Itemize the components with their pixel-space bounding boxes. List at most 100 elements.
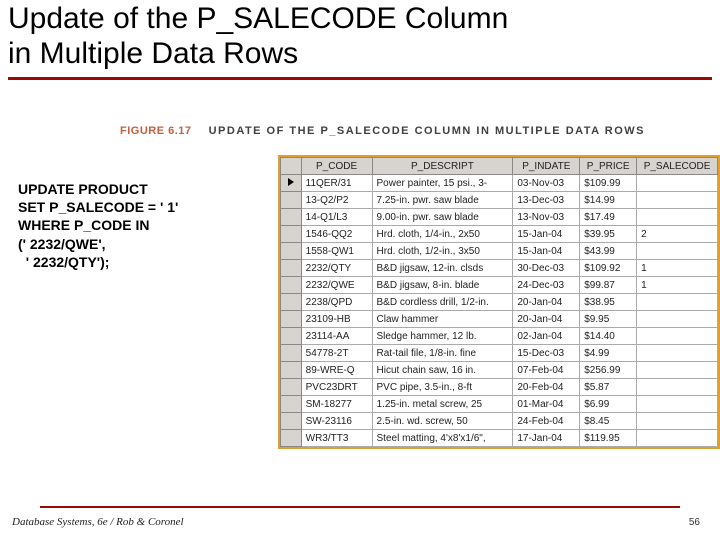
cell-price: $99.87 [580,277,637,294]
cell-price: $109.92 [580,260,637,277]
cell-desc: 7.25-in. pwr. saw blade [372,192,513,209]
cell-date: 20-Jan-04 [513,311,580,328]
table-row: 11QER/31Power painter, 15 psi., 3-03-Nov… [281,175,718,192]
row-selector [281,379,302,396]
cell-code: 2232/QWE [301,277,372,294]
cell-price: $14.40 [580,328,637,345]
cell-sale [637,294,718,311]
cell-code: SM-18277 [301,396,372,413]
cell-code: 13-Q2/P2 [301,192,372,209]
cell-sale [637,192,718,209]
data-table-wrapper: P_CODE P_DESCRIPT P_INDATE P_PRICE P_SAL… [278,155,720,449]
table-row: 1558-QW1Hrd. cloth, 1/2-in., 3x5015-Jan-… [281,243,718,260]
cell-sale [637,311,718,328]
cell-sale [637,175,718,192]
sql-code-block: UPDATE PRODUCT SET P_SALECODE = ' 1' WHE… [18,180,268,271]
row-selector [281,413,302,430]
row-selector [281,328,302,345]
figure-caption: FIGURE 6.17 UPDATE OF THE P_SALECODE COL… [120,125,645,137]
cell-desc: Steel matting, 4'x8'x1/6", [372,430,513,447]
cell-price: $39.95 [580,226,637,243]
cell-desc: 1.25-in. metal screw, 25 [372,396,513,413]
title-rule [8,77,712,80]
col-header-pcode: P_CODE [301,158,372,175]
cell-sale [637,413,718,430]
table-row: WR3/TT3Steel matting, 4'x8'x1/6",17-Jan-… [281,430,718,447]
cell-date: 13-Nov-03 [513,209,580,226]
figure-number: FIGURE 6.17 [120,125,192,137]
row-selector [281,311,302,328]
cell-price: $9.95 [580,311,637,328]
cell-date: 03-Nov-03 [513,175,580,192]
cell-date: 13-Dec-03 [513,192,580,209]
row-selector [281,226,302,243]
cell-date: 24-Dec-03 [513,277,580,294]
row-selector [281,345,302,362]
cell-date: 15-Jan-04 [513,243,580,260]
cell-desc: Rat-tail file, 1/8-in. fine [372,345,513,362]
cell-sale [637,345,718,362]
cell-price: $109.99 [580,175,637,192]
title-line-1: Update of the P_SALECODE Column [8,2,508,35]
row-selector [281,277,302,294]
cell-sale: 1 [637,277,718,294]
row-selector [281,430,302,447]
cell-date: 24-Feb-04 [513,413,580,430]
cell-desc: 2.5-in. wd. screw, 50 [372,413,513,430]
cell-code: WR3/TT3 [301,430,372,447]
cell-date: 30-Dec-03 [513,260,580,277]
row-selector [281,209,302,226]
cell-desc: PVC pipe, 3.5-in., 8-ft [372,379,513,396]
col-header-pdescript: P_DESCRIPT [372,158,513,175]
cell-sale [637,362,718,379]
cell-price: $119.95 [580,430,637,447]
cell-date: 07-Feb-04 [513,362,580,379]
row-selector [281,260,302,277]
cell-code: 1546-QQ2 [301,226,372,243]
cell-price: $256.99 [580,362,637,379]
cell-desc: Sledge hammer, 12 lb. [372,328,513,345]
cell-desc: 9.00-in. pwr. saw blade [372,209,513,226]
row-selector [281,396,302,413]
table-row: 2238/QPDB&D cordless drill, 1/2-in.20-Ja… [281,294,718,311]
cell-code: 2238/QPD [301,294,372,311]
table-row: 23114-AASledge hammer, 12 lb.02-Jan-04$1… [281,328,718,345]
cell-code: 11QER/31 [301,175,372,192]
col-header-psalecode: P_SALECODE [637,158,718,175]
title-line-2: in Multiple Data Rows [8,37,298,70]
row-selector [281,362,302,379]
cell-sale [637,209,718,226]
row-selector [281,175,302,192]
cell-sale: 1 [637,260,718,277]
cell-code: 2232/QTY [301,260,372,277]
cell-code: 1558-QW1 [301,243,372,260]
row-selector [281,192,302,209]
cell-sale [637,430,718,447]
row-selector-header [281,158,302,175]
slide: Update of the P_SALECODE Column in Multi… [0,0,720,540]
cell-sale: 2 [637,226,718,243]
row-selector [281,243,302,260]
cell-code: 23109-HB [301,311,372,328]
table-row: 14-Q1/L39.00-in. pwr. saw blade13-Nov-03… [281,209,718,226]
cell-date: 20-Feb-04 [513,379,580,396]
cell-code: PVC23DRT [301,379,372,396]
cell-code: 54778-2T [301,345,372,362]
cell-desc: B&D cordless drill, 1/2-in. [372,294,513,311]
table-row: 2232/QTYB&D jigsaw, 12-in. clsds30-Dec-0… [281,260,718,277]
cell-price: $17.49 [580,209,637,226]
cell-code: SW-23116 [301,413,372,430]
cell-sale [637,328,718,345]
cell-price: $38.95 [580,294,637,311]
product-table: P_CODE P_DESCRIPT P_INDATE P_PRICE P_SAL… [280,157,718,447]
cell-date: 01-Mar-04 [513,396,580,413]
table-row: 1546-QQ2Hrd. cloth, 1/4-in., 2x5015-Jan-… [281,226,718,243]
cell-code: 14-Q1/L3 [301,209,372,226]
table-row: SM-182771.25-in. metal screw, 2501-Mar-0… [281,396,718,413]
cell-price: $43.99 [580,243,637,260]
cell-price: $4.99 [580,345,637,362]
cell-price: $8.45 [580,413,637,430]
table-body: 11QER/31Power painter, 15 psi., 3-03-Nov… [281,175,718,447]
cell-sale [637,243,718,260]
row-selector [281,294,302,311]
